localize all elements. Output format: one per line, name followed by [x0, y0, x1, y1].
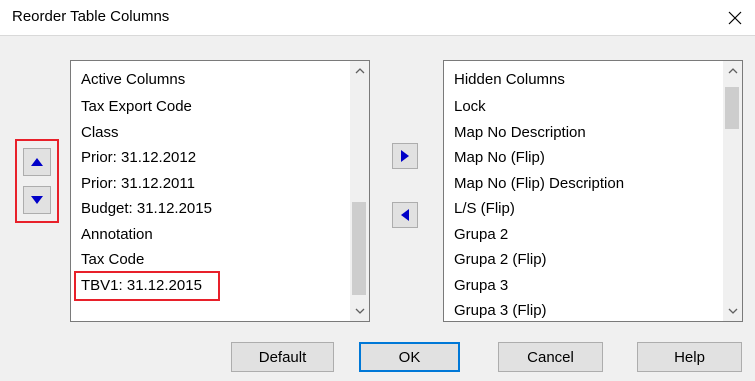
list-item[interactable]: Annotation: [81, 222, 341, 248]
list-item[interactable]: Prior: 31.12.2011: [81, 171, 341, 197]
triangle-up-icon: [31, 158, 43, 166]
list-item[interactable]: Grupa 3: [454, 273, 714, 299]
list-item[interactable]: Map No (Flip): [454, 145, 714, 171]
list-item[interactable]: Map No (Flip) Description: [454, 171, 714, 197]
list-item[interactable]: Grupa 3 (Flip): [454, 298, 714, 324]
active-columns-scrollbar[interactable]: [350, 61, 369, 321]
move-down-button[interactable]: [23, 186, 51, 214]
scroll-down-button[interactable]: [723, 301, 742, 321]
scroll-down-button[interactable]: [350, 301, 369, 321]
hidden-columns-list[interactable]: Hidden Columns Lock Map No Description M…: [443, 60, 743, 322]
hidden-columns-items: Hidden Columns Lock Map No Description M…: [454, 69, 714, 324]
list-item[interactable]: Budget: 31.12.2015: [81, 196, 341, 222]
chevron-down-icon: [355, 308, 364, 314]
list-item[interactable]: Map No Description: [454, 120, 714, 146]
list-item[interactable]: Grupa 2 (Flip): [454, 247, 714, 273]
ok-button[interactable]: OK: [359, 342, 460, 372]
hidden-columns-header: Hidden Columns: [454, 71, 565, 88]
dialog-body: Active Columns Tax Export Code Class Pri…: [0, 36, 755, 381]
chevron-up-icon: [355, 68, 364, 74]
close-icon: [728, 11, 742, 25]
scroll-up-button[interactable]: [723, 61, 742, 81]
move-left-button[interactable]: [392, 202, 418, 228]
chevron-down-icon: [728, 308, 737, 314]
list-item[interactable]: Class: [81, 120, 341, 146]
list-item[interactable]: Lock: [454, 94, 714, 120]
tbv1-highlight: [74, 271, 220, 301]
title-bar: Reorder Table Columns: [0, 0, 755, 36]
active-columns-list[interactable]: Active Columns Tax Export Code Class Pri…: [70, 60, 370, 322]
active-columns-header: Active Columns: [81, 71, 186, 88]
active-scroll-thumb[interactable]: [352, 202, 366, 295]
hidden-columns-scrollbar[interactable]: [723, 61, 742, 321]
list-item[interactable]: Grupa 2: [454, 222, 714, 248]
list-item[interactable]: Tax Export Code: [81, 94, 341, 120]
list-item[interactable]: Prior: 31.12.2012: [81, 145, 341, 171]
move-right-button[interactable]: [392, 143, 418, 169]
window-title: Reorder Table Columns: [12, 8, 170, 25]
move-up-button[interactable]: [23, 148, 51, 176]
move-buttons-highlight: [15, 139, 59, 223]
active-columns-items: Active Columns Tax Export Code Class Pri…: [81, 69, 341, 298]
scroll-up-button[interactable]: [350, 61, 369, 81]
triangle-right-icon: [401, 150, 409, 162]
hidden-scroll-thumb[interactable]: [725, 87, 739, 129]
help-button[interactable]: Help: [637, 342, 742, 372]
default-button[interactable]: Default: [231, 342, 334, 372]
list-item[interactable]: Tax Code: [81, 247, 341, 273]
chevron-up-icon: [728, 68, 737, 74]
triangle-down-icon: [31, 196, 43, 204]
list-item[interactable]: L/S (Flip): [454, 196, 714, 222]
cancel-button[interactable]: Cancel: [498, 342, 603, 372]
close-button[interactable]: [715, 0, 755, 36]
triangle-left-icon: [401, 209, 409, 221]
